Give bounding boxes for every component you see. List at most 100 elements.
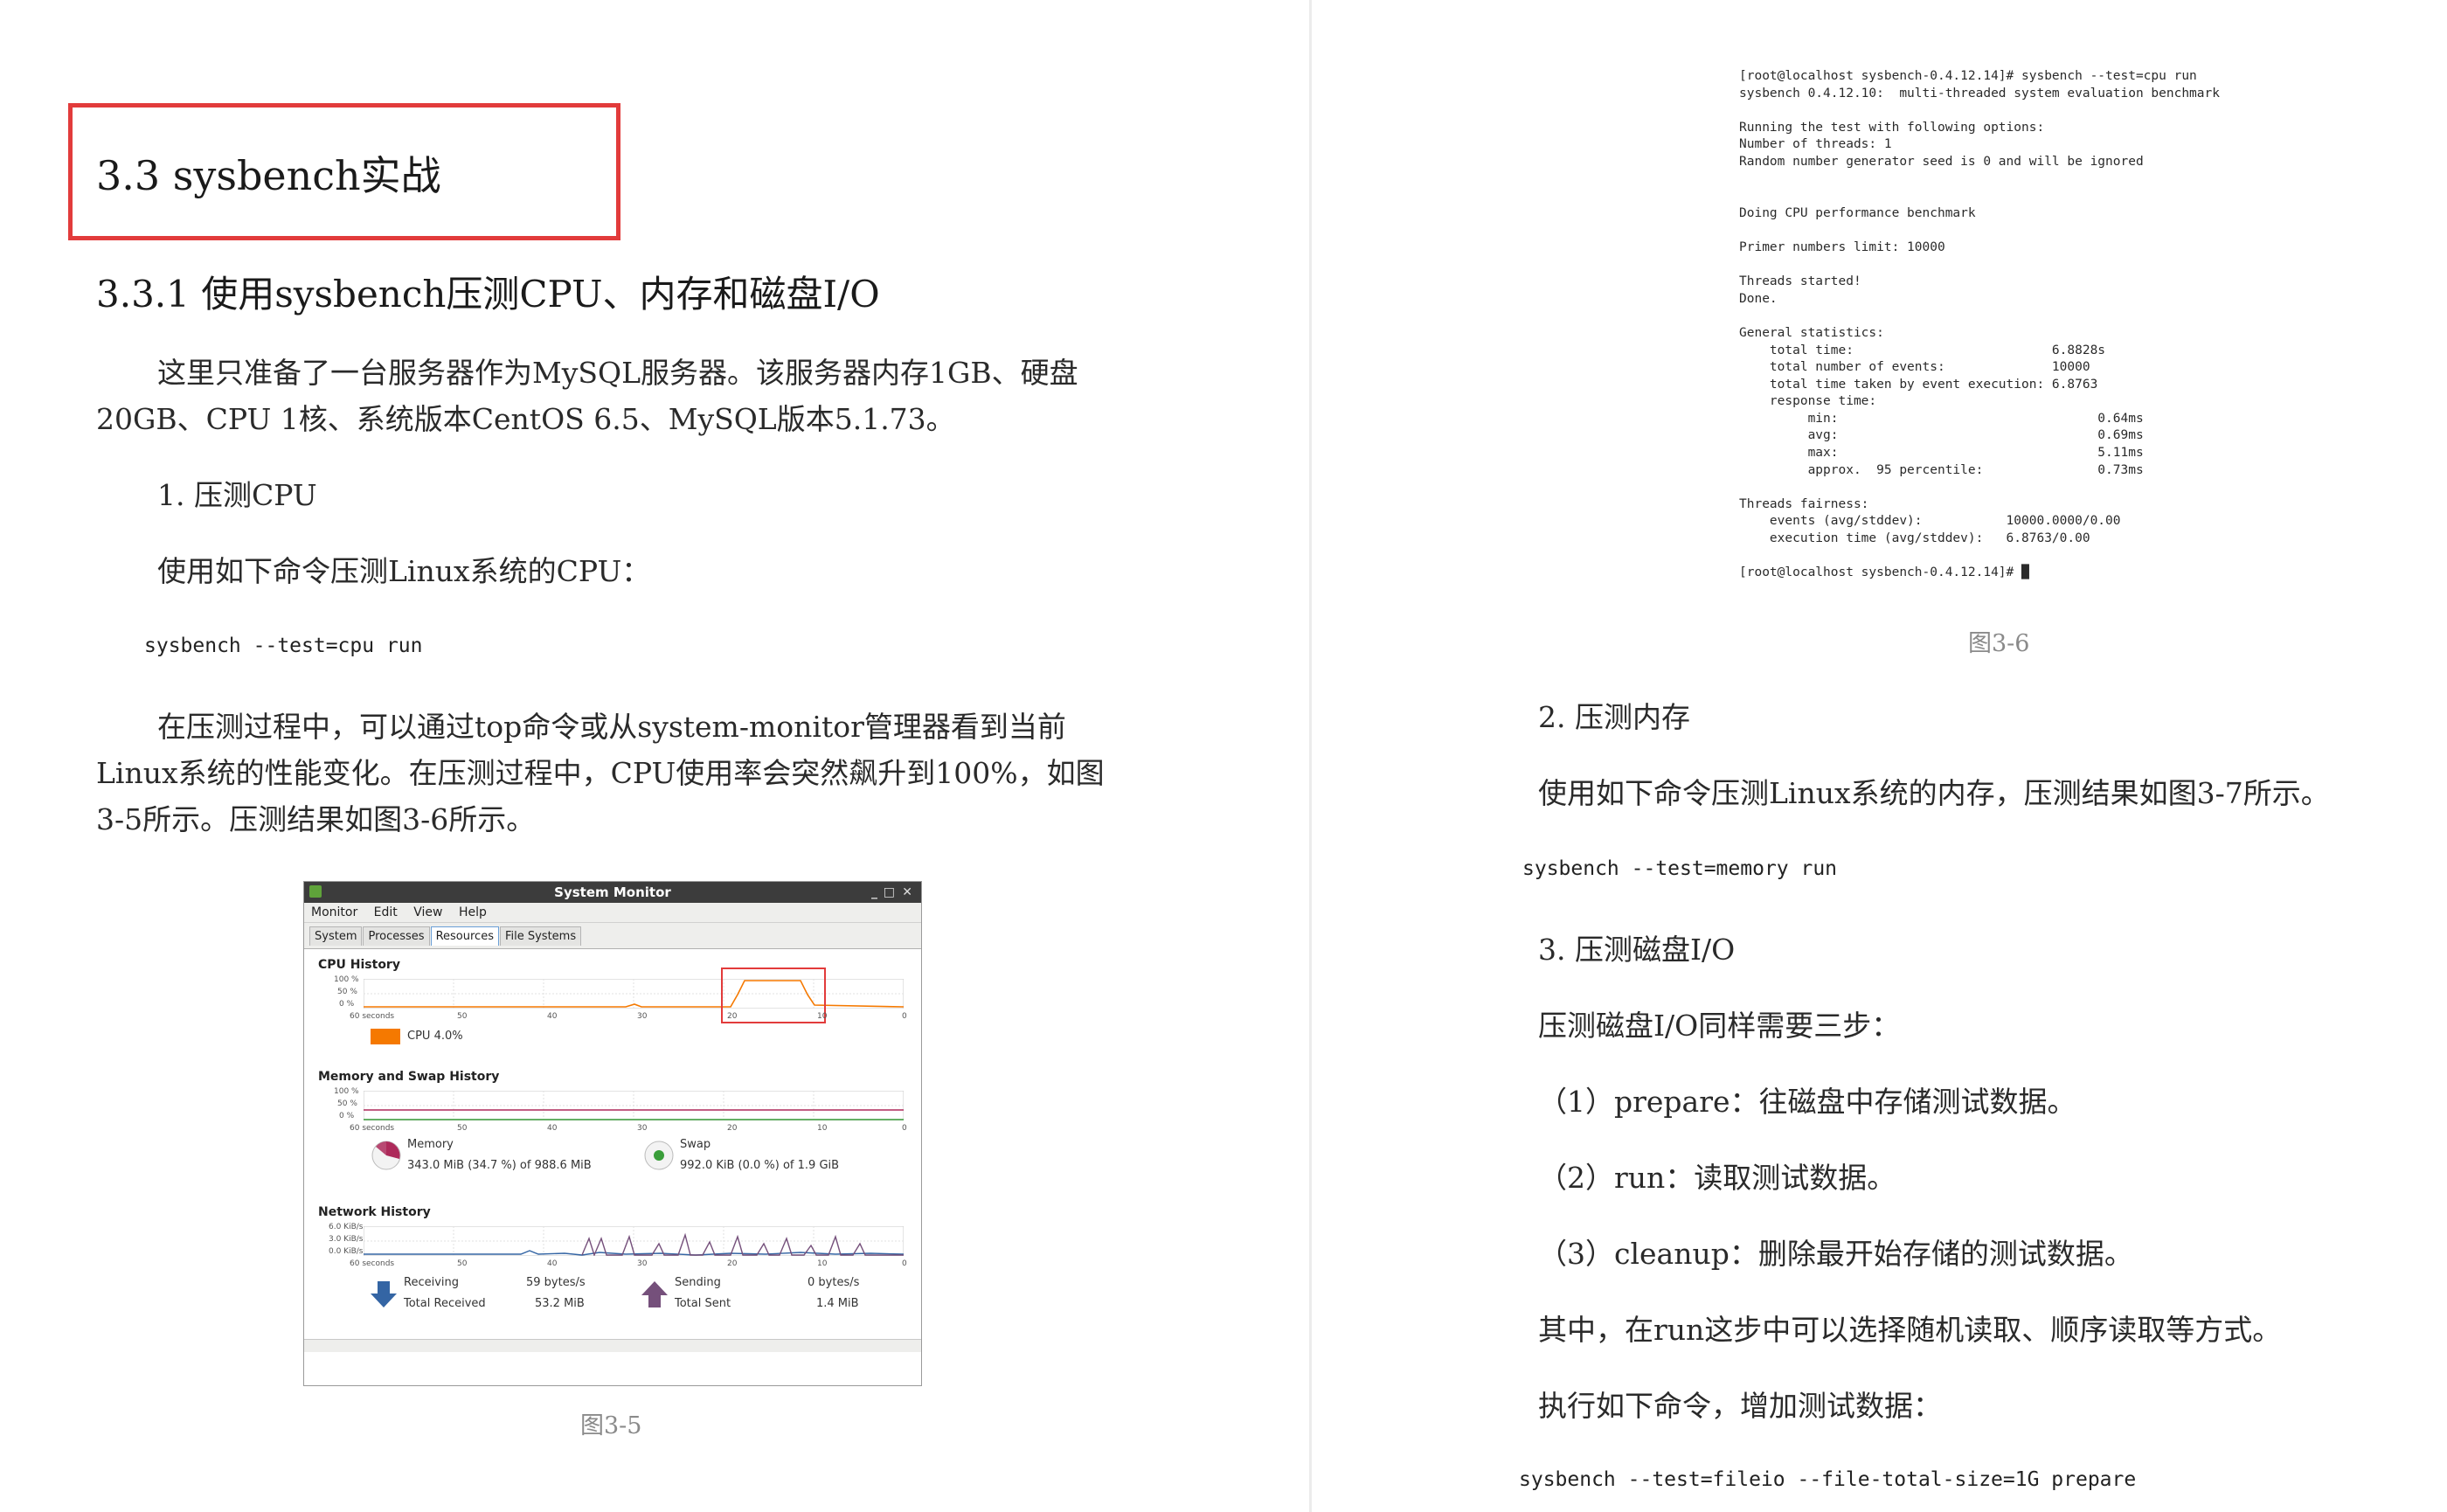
intro-line-1: 这里只准备了一台服务器作为MySQL服务器。该服务器内存1GB、硬盘 [157,356,1078,390]
menu-help: Help [458,905,487,919]
total-sent-label: Total Sent [675,1297,731,1310]
terminal-line: avg: 0.69ms [1739,428,2144,443]
close-icon: ✕ [902,885,912,899]
terminal-line: Doing CPU performance benchmark [1739,205,1976,220]
intro-line-2: 20GB、CPU 1核、系统版本CentOS 6.5、MySQL版本5.1.73… [96,402,955,436]
run-mode-note: 其中，在run这步中可以选择随机读取、顺序读取等方式。 [1538,1313,2282,1347]
maximize-icon: □ [883,885,895,899]
net-y-tick-6: 6.0 KiB/s [329,1223,364,1231]
mem-y-tick-50: 50 % [337,1099,357,1108]
cmd-intro: 使用如下命令压测Linux系统的CPU： [157,554,651,588]
terminal-line: General statistics: [1739,325,1884,340]
total-sent-value: 1.4 MiB [816,1297,859,1310]
tab-file-systems: File Systems [499,926,582,946]
x-tick-20: 20 [727,1012,738,1021]
x-tick-60: 60 seconds [350,1012,395,1021]
para2-line-1: 在压测过程中，可以通过top命令或从system-monitor管理器看到当前 [157,710,1066,744]
list-item-memory: 2. 压测内存 [1538,700,1690,734]
receiving-label: Receiving [404,1276,460,1289]
window-titlebar: System Monitor _ □ ✕ [304,882,921,903]
network-history-graph [364,1226,904,1256]
menu-view: View [413,905,443,919]
mem-x-tick-50: 50 [457,1124,468,1133]
status-bar [304,1339,921,1352]
x-tick-0: 0 [902,1012,907,1021]
mem-y-tick-0: 0 % [339,1112,355,1120]
subsection-heading: 3.3.1 使用sysbench压测CPU、内存和磁盘I/O [96,273,880,316]
memory-value: 343.0 MiB (34.7 %) of 988.6 MiB [407,1159,592,1172]
mem-x-tick-40: 40 [547,1124,558,1133]
terminal-line: total number of events: 10000 [1739,360,2090,375]
menu-bar: Monitor Edit View Help [304,903,921,923]
net-y-tick-3: 3.0 KiB/s [329,1235,364,1244]
mem-x-tick-30: 30 [637,1124,648,1133]
mem-x-tick-0: 0 [902,1124,907,1133]
terminal-line: approx. 95 percentile: 0.73ms [1739,462,2144,477]
net-x-tick-0: 0 [902,1259,907,1268]
system-monitor-screenshot: System Monitor _ □ ✕ Monitor Edit View H… [303,881,922,1386]
x-tick-10: 10 [817,1012,828,1021]
total-received-label: Total Received [404,1297,486,1310]
step-cleanup: （3）cleanup：删除最开始存储的测试数据。 [1538,1237,2133,1271]
terminal-line: Random number generator seed is 0 and wi… [1739,154,2144,169]
step-run: （2）run：读取测试数据。 [1538,1161,1896,1195]
section-heading: 3.3 sysbench实战 [96,152,441,199]
terminal-line: execution time (avg/stddev): 6.8763/0.00 [1739,531,2090,546]
net-x-tick-50: 50 [457,1259,468,1268]
receiving-rate: 59 bytes/s [526,1276,586,1289]
x-tick-50: 50 [457,1012,468,1021]
mem-x-tick-20: 20 [727,1124,738,1133]
terminal-line: Number of threads: 1 [1739,137,1892,152]
x-tick-30: 30 [637,1012,648,1021]
memory-history-graph [364,1091,904,1120]
terminal-line: [root@localhost sysbench-0.4.12.14]# sys… [1739,69,2197,83]
swap-pie-icon [644,1141,674,1170]
net-y-tick-0: 0.0 KiB/s [329,1247,364,1256]
terminal-output: [root@localhost sysbench-0.4.12.14]# sys… [1739,68,2220,582]
mem-x-tick-60: 60 seconds [350,1124,395,1133]
tab-resources: Resources [430,926,499,946]
app-icon [309,885,322,898]
figure-caption-3-6: 图3-6 [1968,630,2030,657]
terminal-line: response time: [1739,394,1877,409]
window-title: System Monitor [554,884,671,900]
terminal-line: events (avg/stddev): 10000.0000/0.00 [1739,514,2121,529]
cpu-y-tick-100: 100 % [334,975,359,984]
memory-pie-icon [371,1141,401,1170]
terminal-line: [root@localhost sysbench-0.4.12.14]# █ [1739,565,2029,580]
net-x-tick-40: 40 [547,1259,558,1268]
page-divider [1309,0,1312,1512]
left-page: 3.3 sysbench实战 3.3.1 使用sysbench压测CPU、内存和… [0,0,1311,1512]
terminal-line: sysbench 0.4.12.10: multi-threaded syste… [1739,86,2220,101]
swap-value: 992.0 KiB (0.0 %) of 1.9 GiB [680,1159,840,1172]
download-arrow-icon [371,1281,397,1307]
tab-bar: System Processes Resources File Systems [304,923,921,949]
code-memory-command: sysbench --test=memory run [1522,857,1838,880]
menu-edit: Edit [373,905,398,919]
memory-label: Memory [407,1138,454,1151]
terminal-line: total time taken by event execution: 6.8… [1739,377,2098,392]
tab-processes: Processes [363,926,430,946]
mem-x-tick-10: 10 [817,1124,828,1133]
figure-caption-3-5: 图3-5 [580,1412,642,1439]
right-page: [root@localhost sysbench-0.4.12.14]# sys… [1315,0,2447,1512]
list-item-disk-io: 3. 压测磁盘I/O [1538,933,1736,967]
terminal-line: min: 0.64ms [1739,411,2144,426]
resources-panel: CPU History 100 % 50 % 0 % 60 seconds 50… [304,949,921,1385]
terminal-line: Threads fairness: [1739,496,1869,511]
network-history-title: Network History [318,1205,431,1219]
terminal-line: max: 5.11ms [1739,446,2144,461]
swap-label: Swap [680,1138,711,1151]
net-x-tick-20: 20 [727,1259,738,1268]
cpu-y-tick-50: 50 % [337,988,357,996]
total-received-value: 53.2 MiB [535,1297,585,1310]
code-fileio-command: sysbench --test=fileio --file-total-size… [1519,1468,2137,1491]
minimize-icon: _ [871,885,877,899]
